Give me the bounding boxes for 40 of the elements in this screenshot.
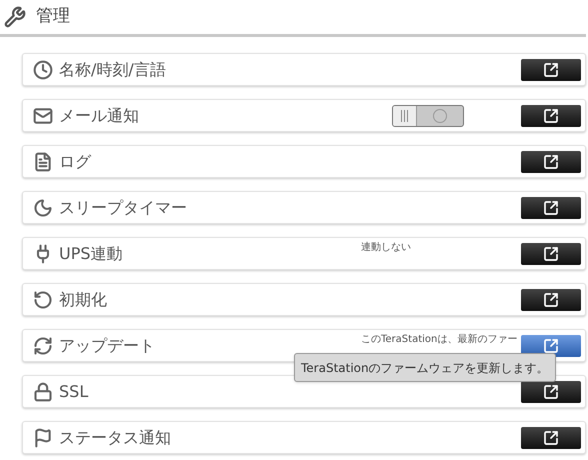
expand-icon — [543, 338, 559, 354]
envelope-icon — [33, 106, 53, 126]
setting-label: メール通知 — [59, 104, 140, 126]
setting-label: ログ — [59, 150, 92, 172]
open-button[interactable] — [521, 196, 581, 218]
tooltip: TeraStationのファームウェアを更新します。 — [294, 353, 556, 382]
setting-label: 初期化 — [59, 288, 108, 310]
setting-label: アップデート — [59, 334, 156, 356]
clock-icon — [33, 60, 53, 80]
expand-icon — [543, 154, 559, 170]
lock-icon — [33, 382, 53, 402]
open-button[interactable] — [521, 58, 581, 80]
expand-icon — [543, 200, 559, 216]
setting-label: UPS連動 — [59, 242, 124, 264]
expand-icon — [543, 384, 559, 400]
status-text: 連動しない — [361, 240, 411, 255]
moon-icon — [33, 198, 53, 218]
open-button[interactable] — [521, 242, 581, 264]
setting-label: ステータス通知 — [59, 426, 172, 448]
reset-icon — [33, 290, 53, 310]
page-title: 管理 — [36, 5, 70, 28]
status-text: このTeraStationは、最新のファー — [361, 332, 518, 347]
toggle-switch[interactable] — [392, 104, 464, 126]
expand-icon — [543, 108, 559, 124]
open-button[interactable] — [521, 288, 581, 310]
document-icon — [33, 152, 53, 172]
setting-label: 名称/時刻/言語 — [59, 58, 167, 80]
setting-label: スリープタイマー — [59, 196, 188, 218]
flag-icon — [33, 428, 53, 448]
expand-icon — [543, 246, 559, 262]
expand-icon — [543, 62, 559, 78]
expand-icon — [543, 292, 559, 308]
open-button[interactable] — [521, 150, 581, 172]
tools-icon — [4, 6, 26, 28]
open-button[interactable] — [521, 104, 581, 126]
setting-label: SSL — [59, 380, 90, 402]
expand-icon — [543, 430, 559, 446]
open-button[interactable] — [521, 426, 581, 448]
refresh-icon — [33, 336, 53, 356]
open-button[interactable] — [521, 380, 581, 402]
